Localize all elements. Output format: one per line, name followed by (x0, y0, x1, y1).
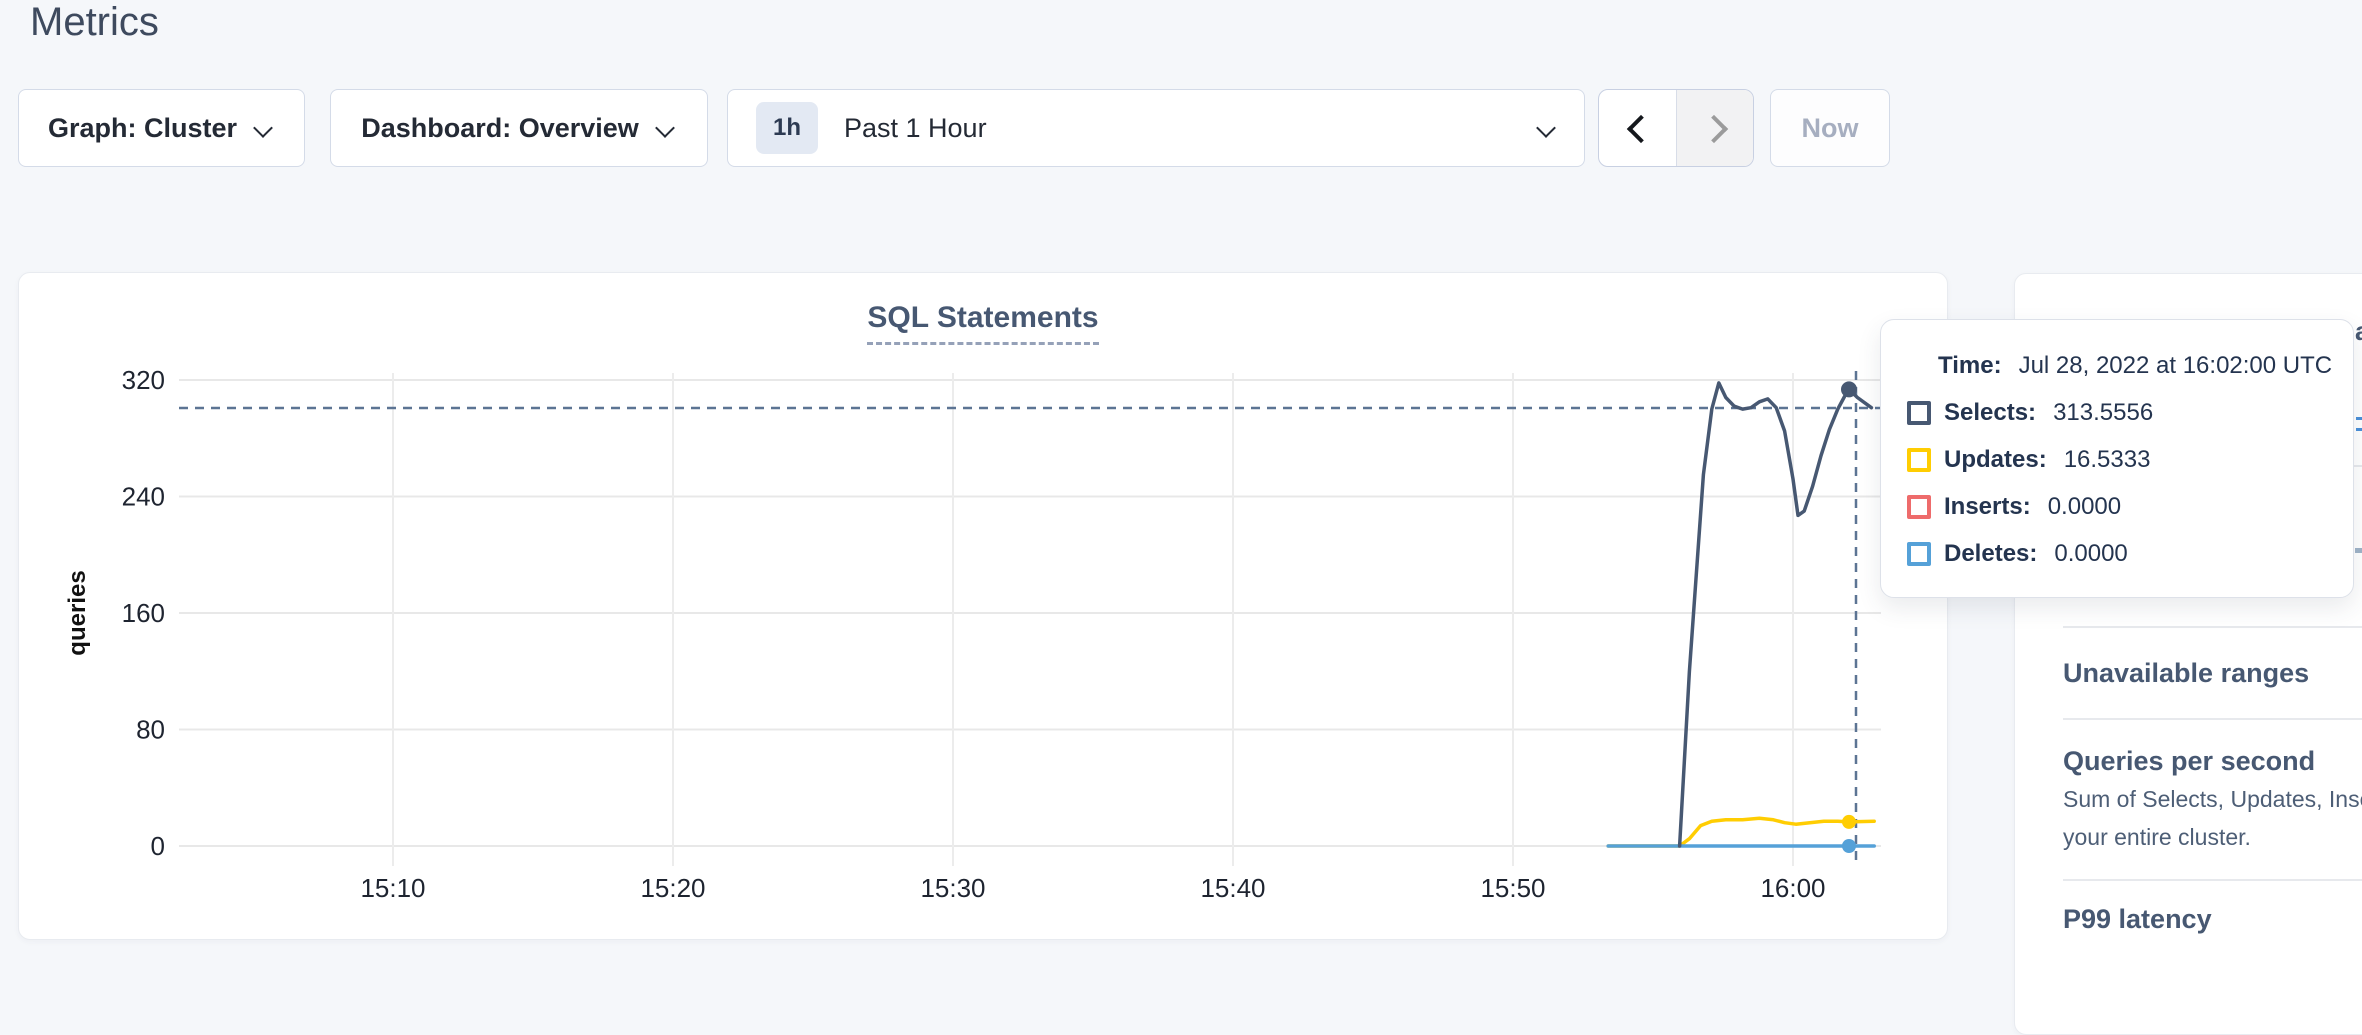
y-tick-label: 160 (122, 598, 165, 628)
y-tick-label: 240 (122, 482, 165, 512)
sidebar-divider (2063, 718, 2362, 720)
y-tick-label: 320 (122, 365, 165, 395)
clipped-text-fragment (2355, 548, 2362, 553)
sidebar-divider (2063, 626, 2362, 628)
chevron-right-icon (1702, 115, 1728, 141)
next-time-window-button[interactable] (1676, 90, 1754, 166)
chevron-down-icon (253, 117, 275, 139)
updates-series-swatch-icon (1907, 448, 1931, 472)
hover-dot-updates (1842, 815, 1856, 829)
tooltip-series-row: Updates: 16.5333 (1907, 446, 2353, 473)
time-range-label: Past 1 Hour (844, 113, 987, 144)
dashboard-label: Dashboard: Overview (361, 113, 639, 144)
x-tick-label: 15:50 (1480, 873, 1545, 903)
y-tick-label: 80 (136, 715, 165, 745)
tooltip-time-value: Jul 28, 2022 at 16:02:00 UTC (2019, 352, 2333, 380)
series-line-updates (1608, 818, 1874, 846)
tooltip-series-label: Selects: (1944, 399, 2036, 427)
inserts-series-swatch-icon (1907, 495, 1931, 519)
page-title: Metrics (30, 0, 159, 45)
chevron-left-icon (1624, 115, 1650, 141)
dashboard-dropdown[interactable]: Dashboard: Overview (330, 89, 708, 167)
chevron-down-icon (655, 117, 677, 139)
tooltip-series-value: 0.0000 (2048, 493, 2121, 521)
graph-scope-label: Graph: Cluster (48, 113, 237, 144)
x-tick-label: 15:30 (920, 873, 985, 903)
tooltip-series-value: 313.5556 (2053, 399, 2153, 427)
hover-dot-selects (1841, 381, 1857, 397)
selects-series-swatch-icon (1907, 401, 1931, 425)
tooltip-series-row: Deletes: 0.0000 (1907, 540, 2353, 567)
sidebar-section-unavailable-ranges: Unavailable ranges (2063, 658, 2309, 689)
time-window-pager (1598, 89, 1754, 167)
x-tick-label: 15:20 (640, 873, 705, 903)
tooltip-time-row: Time: Jul 28, 2022 at 16:02:00 UTC (1907, 352, 2353, 379)
sql-statements-plot[interactable]: 0 80 160 240 320 15:10 15:20 15:30 15:40 15:50 16:… (19, 273, 1947, 939)
tooltip-series-label: Updates: (1944, 446, 2047, 474)
now-button[interactable]: Now (1770, 89, 1890, 167)
x-tick-label: 15:10 (360, 873, 425, 903)
tooltip-series-label: Deletes: (1944, 540, 2037, 568)
sidebar-divider (2063, 879, 2362, 881)
sql-statements-chart-card: SQL Statements 08016024032015:1015:2015:… (18, 272, 1948, 940)
x-tick-label: 15:40 (1200, 873, 1265, 903)
tooltip-time-label: Time: (1938, 352, 2002, 380)
series-line-selects (1680, 383, 1872, 846)
tooltip-series-row: Inserts: 0.0000 (1907, 493, 2353, 520)
time-range-selector[interactable]: 1h Past 1 Hour (727, 89, 1585, 167)
prev-time-window-button[interactable] (1599, 90, 1676, 166)
deletes-series-swatch-icon (1907, 542, 1931, 566)
tooltip-series-label: Inserts: (1944, 493, 2031, 521)
sidebar-description-line: your entire cluster. (2063, 824, 2251, 851)
clipped-heading-fragment: a (2355, 316, 2362, 347)
tooltip-series-row: Selects: 313.5556 (1907, 399, 2353, 426)
sidebar-description-line: Sum of Selects, Updates, Inser (2063, 786, 2362, 813)
x-tick-label: 16:00 (1760, 873, 1825, 903)
tooltip-series-value: 16.5333 (2064, 446, 2151, 474)
chart-hover-tooltip: Time: Jul 28, 2022 at 16:02:00 UTC Selec… (1880, 319, 2354, 598)
sidebar-section-queries-per-second: Queries per second (2063, 746, 2315, 777)
sidebar-section-p99-latency: P99 latency (2063, 904, 2212, 935)
tooltip-series-value: 0.0000 (2054, 540, 2127, 568)
graph-scope-dropdown[interactable]: Graph: Cluster (18, 89, 305, 167)
y-tick-label: 0 (151, 831, 165, 861)
clipped-link-fragment (2356, 417, 2362, 431)
time-range-badge: 1h (756, 102, 818, 154)
hover-dot-deletes (1842, 839, 1856, 853)
chevron-down-icon (1536, 117, 1558, 139)
y-axis-label: queries (64, 570, 91, 655)
